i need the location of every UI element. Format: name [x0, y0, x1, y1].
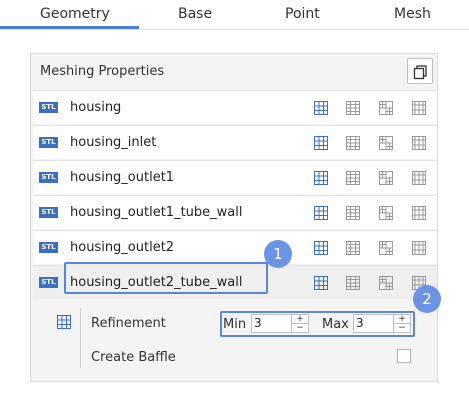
- refined-mesh-icon[interactable]: [379, 100, 393, 115]
- create-baffle-label: Create Baffle: [91, 350, 176, 365]
- tab-base[interactable]: Base: [178, 6, 212, 22]
- min-stepper[interactable]: 3 + −: [251, 314, 309, 333]
- refined-mesh-icon[interactable]: [379, 170, 393, 185]
- stl-file-icon: STL: [39, 137, 58, 148]
- max-stepper-buttons: + −: [393, 315, 410, 333]
- geometry-name[interactable]: housing: [70, 100, 121, 115]
- geometry-name[interactable]: housing_outlet2: [70, 240, 174, 255]
- min-label: Min: [223, 317, 247, 332]
- layer-mesh-icon[interactable]: [412, 135, 426, 150]
- create-baffle-checkbox[interactable]: [397, 349, 411, 363]
- selected-name-highlight: [64, 262, 268, 294]
- volume-mesh-icon[interactable]: [346, 170, 360, 185]
- geometry-row[interactable]: STL housing_outlet1_tube_wall: [33, 195, 437, 229]
- refinement-label: Refinement: [91, 316, 166, 331]
- layer-mesh-icon[interactable]: [412, 240, 426, 255]
- max-label: Max: [322, 317, 349, 332]
- surface-mesh-icon[interactable]: [314, 135, 328, 150]
- callout-badge-2: 2: [413, 285, 441, 313]
- refined-mesh-icon[interactable]: [379, 135, 393, 150]
- refined-mesh-icon[interactable]: [379, 275, 393, 290]
- volume-mesh-icon[interactable]: [346, 205, 360, 220]
- geometry-row[interactable]: STL housing_inlet: [33, 125, 437, 159]
- copy-button[interactable]: [407, 58, 433, 84]
- geometry-row[interactable]: STL housing_outlet2: [33, 230, 437, 264]
- layer-mesh-icon[interactable]: [412, 100, 426, 115]
- surface-mesh-icon[interactable]: [314, 275, 328, 290]
- geometry-row[interactable]: STL housing: [33, 90, 437, 124]
- geometry-name[interactable]: housing_inlet: [70, 135, 156, 150]
- min-value[interactable]: 3: [254, 316, 262, 330]
- volume-mesh-icon[interactable]: [346, 275, 360, 290]
- callout-badge-1: 1: [264, 240, 292, 268]
- stl-file-icon: STL: [39, 172, 58, 183]
- max-decrement-button[interactable]: −: [394, 324, 410, 333]
- max-value[interactable]: 3: [356, 316, 364, 330]
- panel-header: Meshing Properties: [31, 54, 437, 89]
- stl-file-icon: STL: [39, 242, 58, 253]
- min-decrement-button[interactable]: −: [292, 324, 308, 333]
- geometry-name[interactable]: housing_outlet1: [70, 170, 174, 185]
- min-stepper-buttons: + −: [291, 315, 308, 333]
- layer-mesh-icon[interactable]: [412, 170, 426, 185]
- tab-geometry[interactable]: Geometry: [40, 6, 110, 22]
- surface-mesh-icon: [57, 315, 71, 329]
- tab-divider: [0, 29, 469, 30]
- surface-mesh-icon[interactable]: [314, 170, 328, 185]
- surface-mesh-icon[interactable]: [314, 100, 328, 115]
- surface-mesh-icon[interactable]: [314, 205, 328, 220]
- volume-mesh-icon[interactable]: [346, 135, 360, 150]
- refined-mesh-icon[interactable]: [379, 205, 393, 220]
- tree-connector-line: [80, 308, 81, 368]
- tab-point[interactable]: Point: [285, 6, 320, 22]
- volume-mesh-icon[interactable]: [346, 100, 360, 115]
- refined-mesh-icon[interactable]: [379, 240, 393, 255]
- layer-mesh-icon[interactable]: [412, 205, 426, 220]
- panel-title: Meshing Properties: [40, 64, 165, 79]
- stl-file-icon: STL: [39, 207, 58, 218]
- surface-mesh-icon[interactable]: [314, 240, 328, 255]
- copy-icon: [413, 65, 427, 80]
- max-stepper[interactable]: 3 + −: [353, 314, 411, 333]
- tab-mesh[interactable]: Mesh: [394, 6, 431, 22]
- stl-file-icon: STL: [39, 277, 58, 288]
- volume-mesh-icon[interactable]: [346, 240, 360, 255]
- geometry-row[interactable]: STL housing_outlet1: [33, 160, 437, 194]
- stl-file-icon: STL: [39, 102, 58, 113]
- geometry-name[interactable]: housing_outlet1_tube_wall: [70, 205, 243, 220]
- tab-bar: Geometry Base Point Mesh: [0, 0, 469, 30]
